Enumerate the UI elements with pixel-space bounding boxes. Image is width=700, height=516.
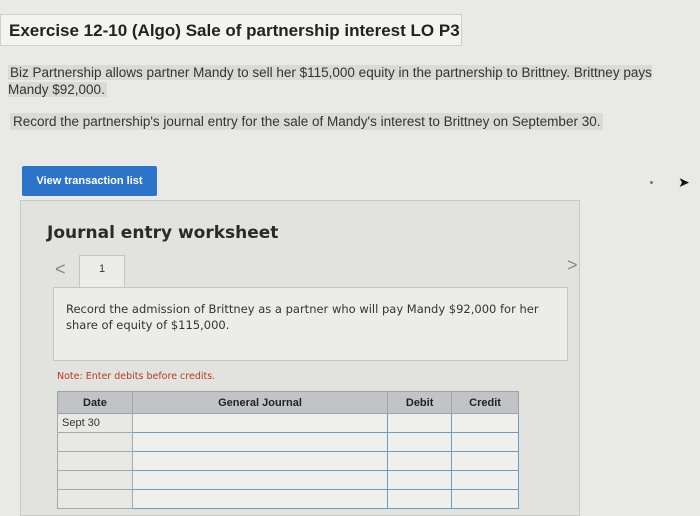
journal-entry-worksheet: Journal entry worksheet < 1 > Record the…	[20, 200, 580, 516]
chevron-right-icon[interactable]: >	[567, 255, 578, 276]
account-input[interactable]	[131, 470, 389, 490]
table-row: Sept 30	[57, 413, 519, 433]
mouse-pointer-icon: ➤	[678, 174, 690, 190]
debit-input[interactable]	[387, 451, 453, 471]
debit-input[interactable]	[387, 413, 453, 433]
table-row	[57, 432, 519, 452]
header-general-journal: General Journal	[131, 391, 389, 414]
general-journal-table: Date General Journal Debit Credit Sept 3…	[57, 391, 519, 509]
page-title: Exercise 12-10 (Algo) Sale of partnershi…	[0, 14, 462, 46]
header-debit: Debit	[387, 391, 453, 414]
instruction-box: Record the admission of Brittney as a pa…	[53, 287, 568, 361]
instruction-text: Record the admission of Brittney as a pa…	[66, 302, 539, 332]
account-input[interactable]	[131, 451, 389, 471]
tab-entry-1[interactable]: 1	[79, 255, 125, 288]
view-transaction-list-button[interactable]: View transaction list	[22, 166, 157, 196]
table-row	[57, 470, 519, 490]
worksheet-title: Journal entry worksheet	[47, 223, 279, 243]
table-row	[57, 489, 519, 509]
credit-input[interactable]	[451, 432, 519, 452]
date-cell	[57, 432, 133, 452]
question-paragraph: Biz Partnership allows partner Mandy to …	[8, 65, 652, 97]
cursor-dot	[650, 181, 653, 184]
credit-input[interactable]	[451, 489, 519, 509]
header-date: Date	[57, 391, 133, 414]
credit-input[interactable]	[451, 451, 519, 471]
note-text: Note: Enter debits before credits.	[57, 371, 216, 382]
debit-input[interactable]	[387, 470, 453, 490]
question-task: Record the partnership's journal entry f…	[10, 113, 630, 130]
date-cell: Sept 30	[57, 413, 133, 433]
debit-input[interactable]	[387, 432, 453, 452]
credit-input[interactable]	[451, 470, 519, 490]
date-cell	[57, 489, 133, 509]
date-cell	[57, 451, 133, 471]
account-input[interactable]	[131, 432, 389, 452]
table-row	[57, 451, 519, 471]
task-text: Record the partnership's journal entry f…	[10, 113, 604, 130]
question-text: Biz Partnership allows partner Mandy to …	[8, 64, 692, 98]
account-input[interactable]	[131, 413, 389, 433]
debit-input[interactable]	[387, 489, 453, 509]
header-credit: Credit	[451, 391, 519, 414]
account-input[interactable]	[131, 489, 389, 509]
date-cell	[57, 470, 133, 490]
chevron-left-icon[interactable]: <	[55, 259, 66, 280]
credit-input[interactable]	[451, 413, 519, 433]
